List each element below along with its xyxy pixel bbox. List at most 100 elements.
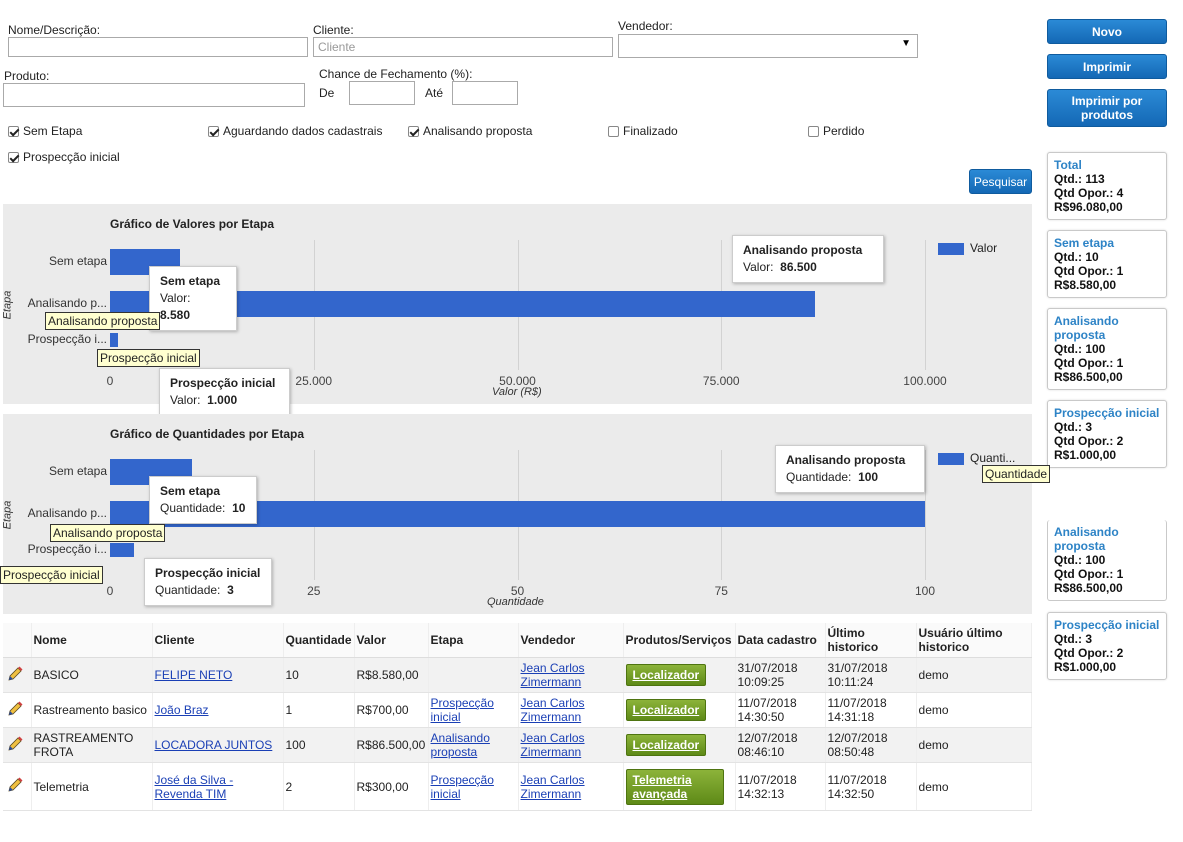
checkbox-unchecked-icon[interactable] xyxy=(808,125,819,137)
cell-vendedor: Jean Carlos Zimermann xyxy=(518,762,624,811)
tooltip-value: 1.000 xyxy=(207,393,238,407)
etapa-checkbox-label: Sem Etapa xyxy=(23,124,83,138)
vendedor-select[interactable]: ▼ xyxy=(618,34,918,58)
tooltip-prospeccao: Prospecção inicial Quantidade: 3 xyxy=(144,558,272,606)
edit-cell xyxy=(3,727,32,763)
de-label: De xyxy=(319,86,335,100)
summary-card-qtd: Qtd.: 3 xyxy=(1054,632,1092,646)
cell-nome-text: Rastreamento basico xyxy=(33,703,147,717)
etapa-checkbox[interactable]: Finalizado xyxy=(608,124,678,138)
summary-card: Sem etapa Qtd.: 10 Qtd Opor.: 1 R$8.580,00 xyxy=(1047,230,1167,298)
checkbox-checked-icon[interactable] xyxy=(8,125,19,137)
bar[interactable] xyxy=(110,333,119,347)
summary-card-title: Sem etapa xyxy=(1054,236,1115,250)
y-category-label: Sem etapa xyxy=(48,254,107,268)
category-tooltip: Prospecção inicial xyxy=(97,349,200,367)
etapa-checkbox[interactable]: Prospecção inicial xyxy=(8,150,120,164)
produto-button[interactable]: Localizador xyxy=(625,664,707,686)
chart-valores-legend: Valor xyxy=(970,241,998,255)
edit-pencil-icon[interactable] xyxy=(5,699,25,719)
checkbox-checked-icon[interactable] xyxy=(8,151,19,163)
cell-ultimo-historico-text: 11/07/2018 14:32:50 xyxy=(827,772,887,801)
cell-vendedor-text[interactable]: Jean Carlos Zimermann xyxy=(521,773,585,801)
table-row: BASICO FELIPE NETO 10 R$8.580,00 Jean Carlos… xyxy=(3,657,1033,693)
oportunidades-table: Nome Cliente Quantidade Valor Etapa Vend… xyxy=(3,623,1033,811)
summary-card-valor: R$86.500,00 xyxy=(1054,581,1123,595)
cell-data-cadastro-text: 11/07/2018 14:32:13 xyxy=(737,772,797,801)
cell-cliente-text[interactable]: LOCADORA JUNTOS xyxy=(155,738,273,752)
summary-card-opor: Qtd Opor.: 2 xyxy=(1054,646,1124,660)
imprimir-produtos-button[interactable]: Imprimir por produtos xyxy=(1047,89,1167,127)
cell-ultimo-historico: 11/07/2018 14:31:18 xyxy=(825,692,917,728)
summary-card: Analisando proposta Qtd.: 100 Qtd Opor.: 1… xyxy=(1047,308,1167,390)
produto-button[interactable]: Localizador xyxy=(625,734,707,756)
tooltip-metric: Valor: xyxy=(160,291,191,305)
checkbox-checked-icon[interactable] xyxy=(208,125,219,137)
cell-etapa-text[interactable]: Prospecção inicial xyxy=(431,696,494,724)
imprimir-button[interactable]: Imprimir xyxy=(1047,54,1167,79)
cell-usuario-text: demo xyxy=(918,738,949,752)
summary-card-valor: R$1.000,00 xyxy=(1054,660,1117,674)
cell-quantidade-text: 100 xyxy=(285,738,306,752)
cell-nome: BASICO xyxy=(31,657,153,693)
checkbox-unchecked-icon[interactable] xyxy=(608,125,619,137)
x-tick-label: 100.000 xyxy=(903,374,947,388)
cliente-input[interactable]: Cliente xyxy=(313,37,613,57)
x-tick-label: 75.000 xyxy=(702,374,740,388)
etapa-checkbox[interactable]: Analisando proposta xyxy=(408,124,532,138)
cell-data-cadastro-text: 11/07/2018 14:30:50 xyxy=(737,696,797,724)
cell-ultimo-historico: 31/07/2018 10:11:24 xyxy=(825,657,917,693)
cell-cliente-text[interactable]: FELIPE NETO xyxy=(155,668,233,682)
tooltip-category: Sem etapa xyxy=(160,274,221,288)
cell-vendedor-text[interactable]: Jean Carlos Zimermann xyxy=(521,661,585,689)
cell-nome-text: RASTREAMENTO FROTA xyxy=(33,731,134,759)
bar[interactable] xyxy=(110,543,135,557)
cell-ultimo-historico-text: 12/07/2018 08:50:48 xyxy=(827,731,888,759)
legend-tooltip: Quantidade xyxy=(982,465,1051,483)
edit-pencil-icon[interactable] xyxy=(5,734,25,754)
cell-produto: Telemetria avançada xyxy=(623,762,736,811)
pesquisar-button[interactable]: Pesquisar xyxy=(969,169,1032,194)
chance-de-input[interactable] xyxy=(349,81,415,105)
checkbox-checked-icon[interactable] xyxy=(408,125,419,137)
nome-input[interactable] xyxy=(8,37,308,57)
cell-cliente-text[interactable]: José da Silva - Revenda TIM xyxy=(155,773,234,801)
chart-quantidades: Gráfico de Quantidades por Etapa Etapa 0… xyxy=(0,414,1051,614)
cell-cliente-text[interactable]: João Braz xyxy=(155,703,209,717)
edit-pencil-icon[interactable] xyxy=(5,664,25,684)
etapa-checkbox[interactable]: Sem Etapa xyxy=(8,124,82,138)
cell-quantidade-text: 10 xyxy=(285,668,299,682)
produto-button[interactable]: Localizador xyxy=(625,699,707,721)
cell-valor-text: R$86.500,00 xyxy=(356,738,426,752)
cell-ultimo-historico-text: 31/07/2018 10:11:24 xyxy=(827,661,888,689)
col-produtos: Produtos/Serviços xyxy=(623,623,736,658)
cell-valor-text: R$300,00 xyxy=(356,779,409,794)
novo-button[interactable]: Novo xyxy=(1047,19,1167,44)
cell-etapa xyxy=(428,657,519,693)
cell-data-cadastro: 11/07/2018 14:32:13 xyxy=(735,762,826,811)
summary-card-opor: Qtd Opor.: 2 xyxy=(1054,434,1124,448)
col-etapa: Etapa xyxy=(428,623,519,658)
cell-vendedor: Jean Carlos Zimermann xyxy=(518,657,624,693)
produto-button[interactable]: Telemetria avançada xyxy=(625,768,724,805)
edit-pencil-icon[interactable] xyxy=(5,775,25,795)
vendedor-label: Vendedor: xyxy=(618,19,673,33)
summary-card: Total Qtd.: 113 Qtd Opor.: 4 R$96.080,00 xyxy=(1047,152,1167,220)
col-ultimo-historico: Último historico xyxy=(825,623,917,658)
chance-ate-input[interactable] xyxy=(452,81,518,105)
cell-vendedor-text[interactable]: Jean Carlos Zimermann xyxy=(521,731,585,759)
summary-card-qtd: Qtd.: 100 xyxy=(1054,553,1106,567)
produto-input[interactable] xyxy=(3,83,305,107)
etapa-checkbox[interactable]: Aguardando dados cadastrais xyxy=(208,124,382,138)
etapa-checkbox-label: Perdido xyxy=(823,124,865,138)
cell-vendedor-text[interactable]: Jean Carlos Zimermann xyxy=(521,696,585,724)
summary-card-qtd: Qtd.: 3 xyxy=(1054,420,1092,434)
cell-etapa-text[interactable]: Prospecção inicial xyxy=(431,773,494,801)
x-tick-label: 75 xyxy=(714,584,728,598)
cliente-label: Cliente: xyxy=(313,23,354,37)
summary-card-title: Prospecção inicial xyxy=(1054,618,1160,632)
cell-etapa-text[interactable]: Analisando proposta xyxy=(431,731,490,759)
etapa-checkbox[interactable]: Perdido xyxy=(808,124,864,138)
col-valor: Valor xyxy=(354,623,429,658)
cell-vendedor: Jean Carlos Zimermann xyxy=(518,727,624,763)
